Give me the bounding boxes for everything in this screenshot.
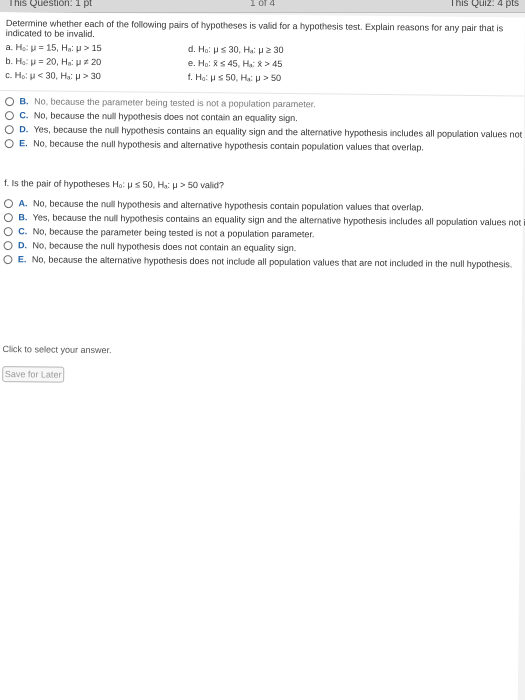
pair-a: a. H₀: μ = 15, Hₐ: μ > 15 bbox=[5, 42, 102, 54]
save-for-later-button[interactable]: Save for Later bbox=[2, 366, 65, 383]
question-f: f. Is the pair of hypotheses H₀: μ ≤ 50,… bbox=[4, 178, 225, 191]
pair-b: b. H₀: μ = 20, Hₐ: μ ≠ 20 bbox=[5, 56, 102, 68]
question-points: This Question: 1 pt bbox=[8, 0, 92, 9]
instructions: Determine whether each of the following … bbox=[5, 18, 504, 39]
radio-button[interactable] bbox=[3, 213, 13, 223]
question-content: Determine whether each of the following … bbox=[0, 12, 525, 700]
radio-button[interactable] bbox=[3, 241, 13, 251]
options-part-f: A. No, because the null hypothesis and a… bbox=[3, 198, 525, 273]
top-bar: This Question: 1 pt 1 of 4 This Quiz: 4 … bbox=[0, 0, 525, 13]
radio-button[interactable] bbox=[5, 97, 15, 107]
radio-button[interactable] bbox=[4, 125, 14, 135]
pair-f: f. H₀: μ ≤ 50, Hₐ: μ > 50 bbox=[187, 71, 282, 83]
hypothesis-pairs: a. H₀: μ = 15, Hₐ: μ > 15 d. H₀: μ ≤ 30,… bbox=[5, 42, 365, 88]
pair-e: e. H₀: x̄ ≤ 45, Hₐ: x̄ > 45 bbox=[187, 57, 283, 69]
divider bbox=[0, 89, 525, 97]
options-previous-part: B. No, because the parameter being teste… bbox=[4, 96, 525, 157]
radio-button[interactable] bbox=[4, 111, 14, 121]
pair-c: c. H₀: μ < 30, Hₐ: μ > 30 bbox=[5, 70, 101, 82]
status-text: Click to select your answer. bbox=[2, 344, 112, 356]
radio-button[interactable] bbox=[4, 139, 14, 149]
quiz-points: This Quiz: 4 pts bbox=[449, 0, 519, 9]
radio-button[interactable] bbox=[3, 199, 14, 209]
radio-button[interactable] bbox=[3, 255, 13, 265]
quiz-page: This Question: 1 pt 1 of 4 This Quiz: 4 … bbox=[0, 0, 525, 700]
question-counter: 1 of 4 bbox=[250, 0, 276, 9]
pair-d: d. H₀: μ ≤ 30, Hₐ: μ ≥ 30 bbox=[188, 43, 284, 55]
radio-button[interactable] bbox=[3, 227, 13, 237]
